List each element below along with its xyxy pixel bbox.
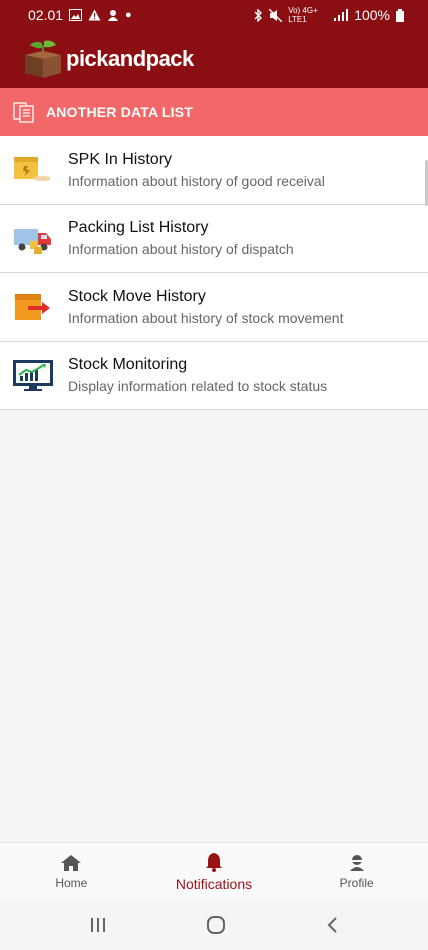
status-right: Vo) 4G+ LTE1 100% <box>253 6 404 24</box>
menu-item-title: SPK In History <box>68 150 173 168</box>
menu-item-title: Stock Monitoring <box>68 356 188 374</box>
recent-apps-icon[interactable] <box>89 917 107 933</box>
app-header: pickandpack <box>0 30 428 88</box>
menu-item-subtitle: Information about history of stock movem… <box>68 309 344 326</box>
section-banner: ANOTHER DATA LIST <box>0 88 428 136</box>
menu-item-subtitle: Display information related to stock sta… <box>68 378 328 395</box>
network-type: Vo) 4G+ LTE1 <box>288 6 318 24</box>
nav-profile[interactable]: Profile <box>285 843 428 900</box>
nav-profile-label: Profile <box>339 875 374 890</box>
signal-icon <box>334 9 349 21</box>
nav-notifications-label: Notifications <box>175 875 253 892</box>
menu-item-text: SPK In History Information about history… <box>68 151 325 189</box>
package-receive-icon <box>14 156 50 181</box>
back-icon[interactable] <box>325 916 339 934</box>
bell-icon <box>206 852 222 872</box>
nav-home-label: Home <box>55 875 88 890</box>
menu-item-text: Stock Move History Information about his… <box>68 288 343 326</box>
menu-item-text: Stock Monitoring Display information rel… <box>68 356 327 394</box>
menu-item-stock-move-history[interactable]: Stock Move History Information about his… <box>0 273 428 342</box>
battery-icon <box>396 8 404 22</box>
menu-item-subtitle: Information about history of dispatch <box>68 241 294 258</box>
section-title: ANOTHER DATA LIST <box>46 104 194 120</box>
home-icon <box>61 854 82 871</box>
menu-item-title: Packing List History <box>68 219 209 237</box>
bottom-nav: Home Notifications Profile <box>0 842 428 900</box>
app-notification-icon <box>108 10 119 21</box>
logo-box-icon <box>25 40 61 78</box>
menu-item-stock-monitoring[interactable]: Stock Monitoring Display information rel… <box>0 342 428 410</box>
nav-notifications[interactable]: Notifications <box>143 843 286 900</box>
menu-item-title: Stock Move History <box>68 287 206 305</box>
status-time: 02.01 <box>28 7 64 23</box>
bluetooth-icon <box>254 8 263 22</box>
menu-list: SPK In History Information about history… <box>0 136 428 410</box>
document-list-icon <box>13 102 34 123</box>
system-nav <box>0 900 428 950</box>
menu-item-text: Packing List History Information about h… <box>68 219 294 257</box>
status-left: 02.01 ● <box>28 7 132 23</box>
user-icon <box>349 854 364 871</box>
delivery-truck-icon <box>14 229 51 255</box>
warning-icon <box>88 9 101 21</box>
monitor-chart-icon <box>13 360 53 392</box>
status-bar: 02.01 ● Vo) 4G+ LTE1 100% <box>0 0 428 30</box>
app-name: pickandpack <box>66 46 194 71</box>
nav-home[interactable]: Home <box>0 843 143 900</box>
mute-icon <box>269 8 283 22</box>
menu-item-packing-list-history[interactable]: Packing List History Information about h… <box>0 205 428 273</box>
home-button-icon[interactable] <box>206 915 226 935</box>
image-notification-icon <box>69 9 83 21</box>
box-move-icon <box>15 293 50 320</box>
menu-item-spk-in-history[interactable]: SPK In History Information about history… <box>0 136 428 205</box>
battery-percent: 100% <box>354 7 390 23</box>
menu-item-subtitle: Information about history of good receiv… <box>68 172 325 189</box>
dot-icon: ● <box>125 8 132 21</box>
